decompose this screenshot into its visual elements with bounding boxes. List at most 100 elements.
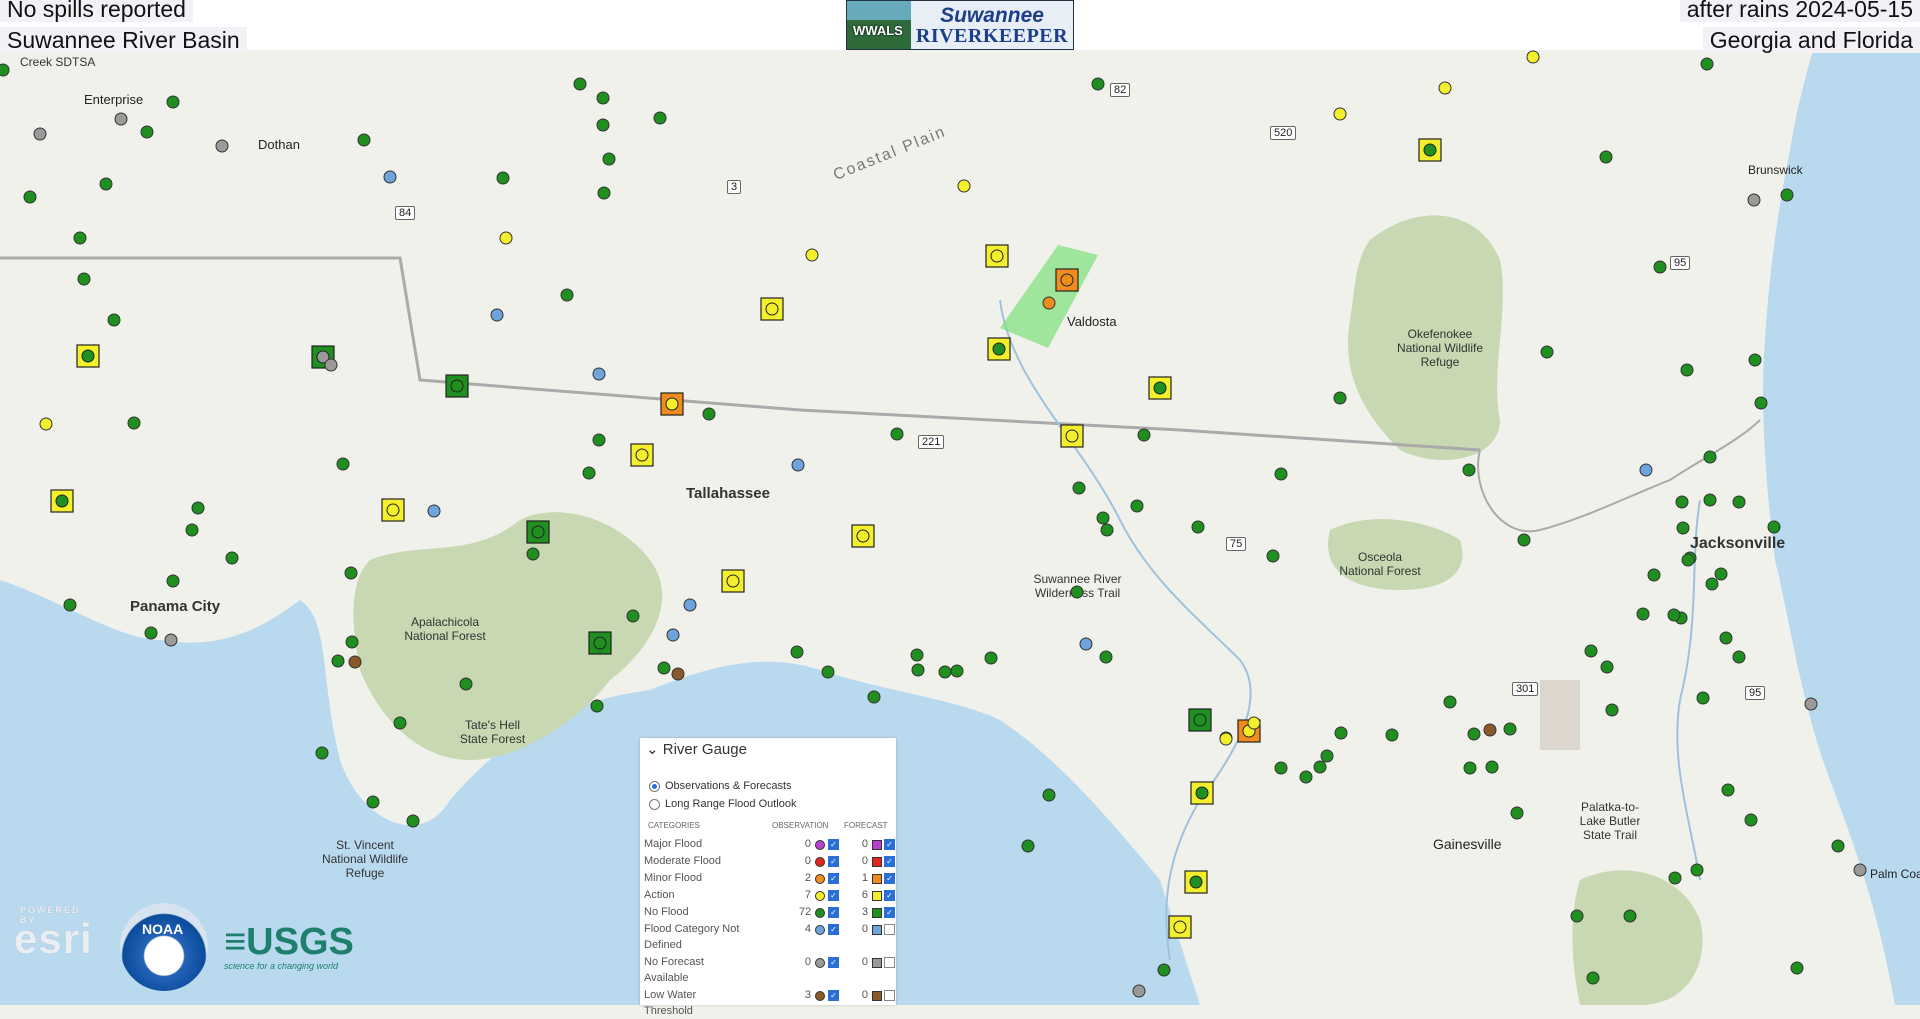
legend-observation-swatch	[815, 908, 825, 918]
legend-observation-count: 0	[804, 838, 811, 850]
esri-logo: POWERED BY esri	[14, 905, 93, 962]
route-shield-75: 75	[1226, 537, 1247, 551]
legend-forecast-count: 0	[861, 855, 868, 867]
legend-forecast-checkbox[interactable]: ✓	[884, 890, 895, 901]
legend-forecast-swatch	[872, 908, 882, 918]
map-label-creek: Creek SDTSA	[20, 55, 96, 69]
legend-forecast-checkbox[interactable]	[884, 957, 895, 968]
usgs-logo: ≡USGS science for a changing world	[224, 921, 354, 971]
legend-forecast-count: 0	[861, 838, 868, 850]
legend-forecast-swatch	[872, 958, 882, 968]
legend-forecast-checkbox[interactable]: ✓	[884, 839, 895, 850]
legend-observation-swatch	[815, 857, 825, 867]
legend-row: Major Flood 0 ✓ 0 ✓	[644, 836, 895, 852]
legend-category-label: Action	[644, 889, 675, 901]
legend-forecast-checkbox[interactable]	[884, 990, 895, 1001]
legend-observation-swatch	[815, 991, 825, 1001]
map-label-palm-coast: Palm Coast	[1870, 867, 1920, 881]
legend-forecast-swatch	[872, 840, 882, 850]
legend-forecast-swatch	[872, 874, 882, 884]
legend-observation-checkbox[interactable]: ✓	[828, 907, 839, 918]
legend-observation-swatch	[815, 874, 825, 884]
legend-observation-swatch	[815, 891, 825, 901]
region-title: Georgia and Florida	[1702, 27, 1920, 53]
legend-title: River Gauge	[662, 741, 747, 758]
legend-forecast-checkbox[interactable]: ✓	[884, 856, 895, 867]
route-shield-95-north: 95	[1670, 256, 1691, 270]
legend-col-forecast: FORECAST	[844, 821, 888, 830]
map-label-suwannee-trail: Suwannee River Wilderness Trail	[1033, 572, 1122, 600]
legend-observation-swatch	[815, 925, 825, 935]
map-label-st-vincent: St. Vincent National Wildlife Refuge	[321, 838, 409, 880]
map-label-tallahassee: Tallahassee	[686, 485, 770, 502]
palatka-trail-area	[1540, 680, 1580, 750]
route-shield-3: 3	[727, 180, 742, 194]
legend-observation-count: 3	[804, 989, 811, 1001]
map-label-jacksonville: Jacksonville	[1690, 535, 1786, 552]
map-label-apalachicola: Apalachicola National Forest	[404, 615, 486, 643]
legend-observation-count: 0	[804, 956, 811, 968]
legend-observation-count: 72	[799, 906, 812, 918]
legend-col-observation: OBSERVATION	[772, 821, 829, 830]
legend-observation-checkbox[interactable]: ✓	[828, 924, 839, 935]
legend-category-label-2: Defined	[644, 939, 682, 951]
legend-row: Moderate Flood 0 ✓ 0 ✓	[644, 853, 895, 869]
map-label-panama-city: Panama City	[130, 598, 221, 615]
legend-row: Low Water Threshold 3 ✓ 0	[644, 987, 895, 1017]
legend-forecast-count: 0	[861, 923, 868, 935]
radio-selected-icon	[649, 780, 660, 792]
route-shield-82: 82	[1110, 83, 1131, 97]
legend-forecast-swatch	[872, 891, 882, 901]
legend-observation-count: 2	[804, 872, 811, 884]
legend-category-label: Minor Flood	[644, 872, 703, 884]
radio-observations-forecasts[interactable]: Observations & Forecasts	[649, 780, 792, 792]
legend-category-label: Major Flood	[644, 838, 703, 850]
legend-forecast-count: 6	[861, 889, 868, 901]
date-title: after rains 2024-05-15	[1679, 0, 1920, 22]
legend-row: Action 7 ✓ 6 ✓	[644, 887, 895, 903]
legend-category-label: Low Water Threshold	[644, 989, 697, 1017]
legend-category-label: No Flood	[644, 906, 689, 918]
map-label-gainesville: Gainesville	[1433, 836, 1502, 852]
legend-observation-checkbox[interactable]: ✓	[828, 856, 839, 867]
legend-row: Minor Flood 2 ✓ 1 ✓	[644, 870, 895, 886]
legend-observation-swatch	[815, 958, 825, 968]
legend-row: No Flood 72 ✓ 3 ✓	[644, 904, 895, 920]
legend-forecast-swatch	[872, 991, 882, 1001]
basin-title: Suwannee River Basin	[0, 27, 247, 53]
map-label-valdosta: Valdosta	[1067, 314, 1117, 329]
map-label-palatka: Palatka-to-Lake Butler State Trail	[1579, 800, 1641, 842]
status-title: No spills reported	[0, 0, 193, 22]
legend-observation-checkbox[interactable]: ✓	[828, 990, 839, 1001]
legend-category-label-2: Available	[644, 972, 689, 984]
legend-forecast-swatch	[872, 857, 882, 867]
legend-collapse-toggle[interactable]: ⌄ River Gauge	[646, 740, 747, 758]
legend-observation-checkbox[interactable]: ✓	[828, 873, 839, 884]
wwals-logo-icon: WWALS	[847, 1, 911, 49]
route-shield-221: 221	[918, 435, 945, 449]
legend-observation-checkbox[interactable]: ✓	[828, 957, 839, 968]
route-shield-95-south: 95	[1745, 686, 1766, 700]
riverkeeper-logo: WWALS Suwannee RIVERKEEPER	[846, 0, 1074, 50]
legend-observation-checkbox[interactable]: ✓	[828, 839, 839, 850]
route-shield-84: 84	[395, 206, 416, 220]
legend-row: Flood Category Not Defined 4 ✓ 0	[644, 921, 895, 951]
legend-row: No Forecast Available 0 ✓ 0	[644, 954, 895, 984]
map-label-brunswick: Brunswick	[1748, 163, 1803, 177]
logo-line-2: RIVERKEEPER	[915, 24, 1069, 47]
legend-col-categories: CATEGORIES	[648, 821, 700, 830]
legend-forecast-checkbox[interactable]: ✓	[884, 907, 895, 918]
legend-observation-checkbox[interactable]: ✓	[828, 890, 839, 901]
legend-forecast-count: 3	[861, 906, 868, 918]
legend-observation-count: 4	[804, 923, 811, 935]
radio-unselected-icon	[649, 798, 660, 810]
legend-observation-count: 0	[804, 855, 811, 867]
legend-forecast-count: 0	[861, 956, 868, 968]
radio-long-range-outlook[interactable]: Long Range Flood Outlook	[649, 798, 796, 810]
legend-forecast-swatch	[872, 925, 882, 935]
legend-forecast-count: 1	[861, 872, 868, 884]
map-label-enterprise: Enterprise	[84, 92, 144, 107]
legend-forecast-checkbox[interactable]	[884, 924, 895, 935]
legend-observation-count: 7	[804, 889, 811, 901]
legend-forecast-checkbox[interactable]: ✓	[884, 873, 895, 884]
